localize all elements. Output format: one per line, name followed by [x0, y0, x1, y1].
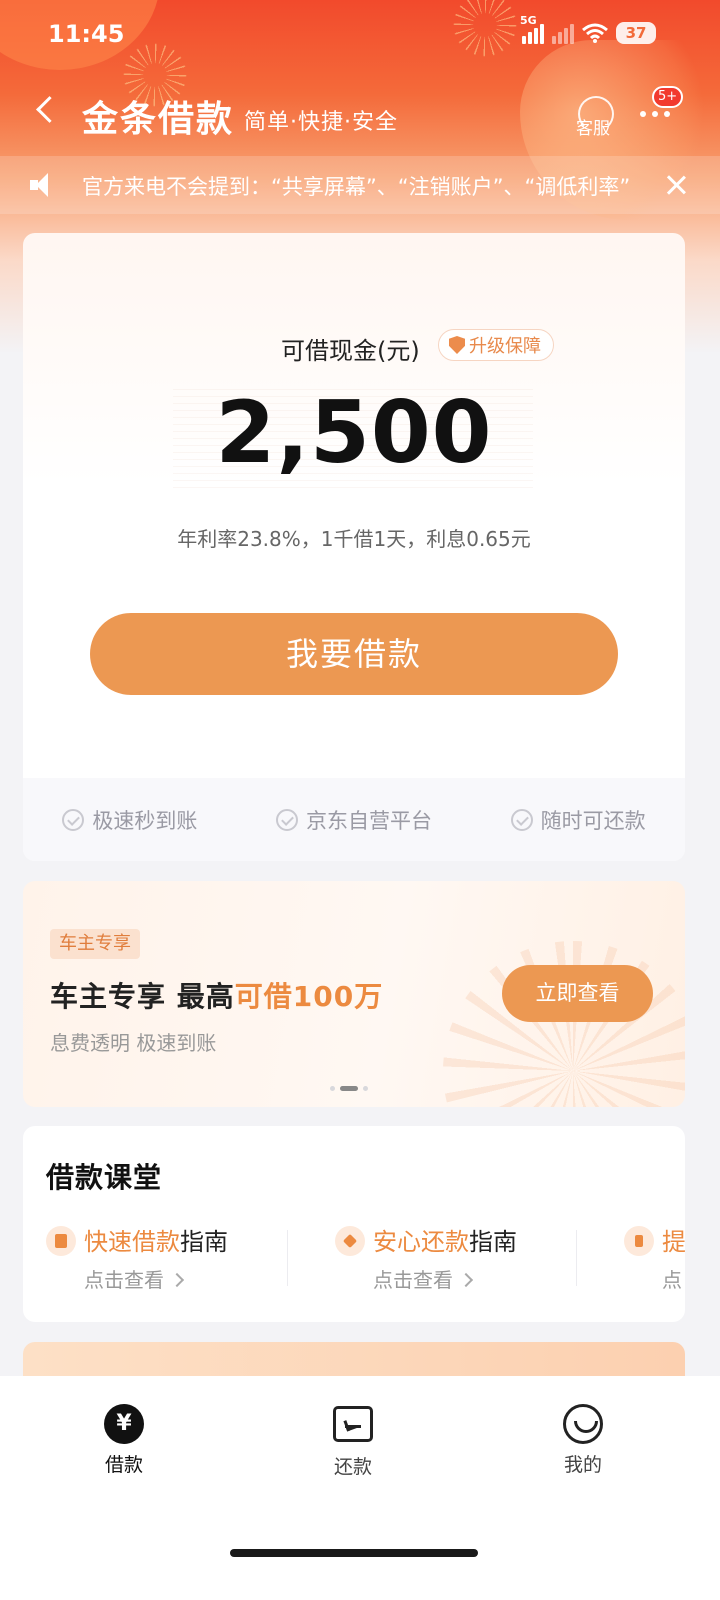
view-now-button[interactable]: 立即查看 [502, 965, 653, 1022]
loan-card: 可借现金(元) 升级保障 2,500 年利率23.8%，1千借1天，利息0.65… [23, 233, 685, 861]
check-circle-icon [62, 808, 85, 831]
available-amount: 2,500 [215, 383, 493, 483]
signal-icon: 5G [520, 14, 544, 44]
status-bar: 11:45 5G 37 [0, 0, 720, 70]
carousel-dot [330, 1086, 335, 1091]
rate-info: 年利率23.8%，1千借1天，利息0.65元 [177, 527, 531, 551]
status-time: 11:45 [48, 20, 125, 48]
battery-icon: 37 [616, 22, 656, 44]
carousel-dot [363, 1086, 368, 1091]
compass-icon [335, 1226, 365, 1256]
repay-icon [333, 1406, 373, 1446]
guide-link[interactable]: 点击查看 [373, 1264, 471, 1293]
feature-label: 随时可还款 [540, 808, 646, 833]
guide-title: 安心还款指南 [373, 1222, 517, 1257]
tab-label: 借款 [104, 1454, 143, 1476]
carousel-dot-active [340, 1086, 358, 1091]
promo-title-highlight: 可借100万 [234, 980, 384, 1013]
page-title: 金条借款 [82, 99, 235, 140]
feature-list: 极速秒到账 京东自营平台 随时可还款 [23, 778, 685, 861]
book-icon [46, 1226, 76, 1256]
more-icon [640, 111, 670, 117]
upgrade-protection-label: 升级保障 [469, 336, 541, 357]
guide-title-highlight: 安心还款 [373, 1228, 469, 1256]
yen-icon: ¥ [104, 1404, 144, 1444]
classroom-title: 借款课堂 [46, 1161, 163, 1194]
tab-borrow[interactable]: ¥ 借款 [64, 1404, 184, 1477]
wifi-icon [582, 23, 608, 43]
guide-title-suffix: 指南 [180, 1228, 228, 1256]
carousel-indicator [330, 1086, 368, 1091]
guide-link[interactable]: 点 [662, 1264, 685, 1293]
tab-label: 还款 [333, 1456, 372, 1478]
promo-subtitle: 息费透明 极速到账 [50, 1031, 217, 1055]
check-circle-icon [275, 808, 298, 831]
feature-item: 京东自营平台 [275, 805, 432, 835]
divider [287, 1230, 288, 1286]
back-button[interactable] [30, 92, 60, 132]
arrow-up-icon [624, 1226, 654, 1256]
guide-title-highlight: 快速借款 [84, 1228, 180, 1256]
divider [576, 1230, 577, 1286]
guide-item-repay[interactable]: 安心还款指南 点击查看 [335, 1224, 595, 1304]
feature-label: 极速秒到账 [92, 808, 198, 833]
promo-title: 车主专享 最高可借100万 [50, 975, 383, 1015]
bottom-tab-bar: ¥ 借款 还款 我的 [0, 1376, 720, 1600]
upgrade-protection-button[interactable]: 升级保障 [438, 329, 554, 361]
navigation-bar: 金条借款 简单·快捷·安全 客服 5+ [0, 78, 720, 148]
guide-item-partial[interactable]: 提 点 [624, 1224, 685, 1304]
shield-icon [449, 336, 465, 354]
customer-service-button[interactable]: 客服 [572, 92, 620, 140]
tab-mine[interactable]: 我的 [523, 1404, 643, 1477]
page-subtitle: 简单·快捷·安全 [244, 110, 398, 135]
notice-text: 官方来电不会提到：“共享屏幕”、“注销账户”、“调低利率” [82, 175, 631, 199]
signal-icon-secondary [552, 22, 574, 44]
close-icon[interactable] [662, 171, 690, 199]
guide-item-borrow[interactable]: 快速借款指南 点击查看 [46, 1224, 306, 1304]
guide-title-suffix: 指南 [469, 1228, 517, 1256]
notice-bar: 官方来电不会提到：“共享屏幕”、“注销账户”、“调低利率” [0, 156, 720, 214]
guide-title: 提 [662, 1222, 685, 1257]
feature-label: 京东自营平台 [305, 808, 432, 833]
promo-tag: 车主专享 [50, 929, 140, 959]
tab-label: 我的 [563, 1454, 602, 1476]
guide-title-highlight: 提 [662, 1228, 685, 1256]
speaker-icon [30, 173, 56, 197]
tab-repay[interactable]: 还款 [293, 1404, 413, 1479]
check-circle-icon [510, 808, 533, 831]
loan-classroom: 借款课堂 快速借款指南 点击查看 安心还款指南 点击查看 提 点 [23, 1126, 685, 1322]
home-indicator[interactable] [230, 1549, 478, 1557]
amount-label: 可借现金(元) [281, 337, 420, 365]
borrow-button[interactable]: 我要借款 [90, 613, 618, 695]
promo-banner[interactable]: 车主专享 车主专享 最高可借100万 息费透明 极速到账 立即查看 [23, 881, 685, 1107]
guide-link[interactable]: 点击查看 [84, 1264, 182, 1293]
network-type: 5G [520, 14, 537, 27]
smiley-icon [563, 1404, 603, 1444]
customer-service-label: 客服 [576, 119, 610, 139]
feature-item: 极速秒到账 [62, 805, 197, 835]
feature-item: 随时可还款 [510, 805, 646, 835]
guide-title: 快速借款指南 [84, 1222, 228, 1257]
promo-title-main: 车主专享 最高 [50, 980, 235, 1013]
message-badge: 5+ [652, 86, 684, 108]
status-icons: 5G 37 [520, 14, 656, 44]
